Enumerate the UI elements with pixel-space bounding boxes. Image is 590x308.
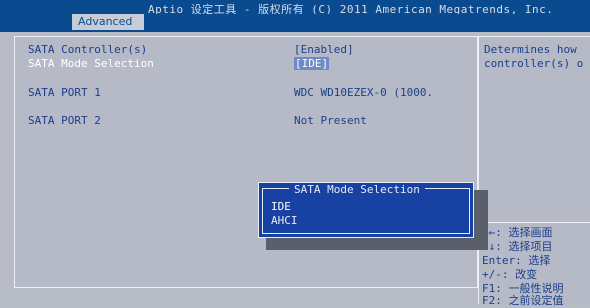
sata-mode-popup: SATA Mode Selection IDE AHCI	[258, 182, 474, 238]
help-description-line-1: Determines how	[484, 43, 577, 56]
tab-advanced[interactable]: Advanced	[72, 14, 144, 30]
setting-value-sata-mode[interactable]: [IDE]	[294, 57, 330, 70]
settings-panel	[14, 36, 478, 288]
help-divider	[478, 222, 590, 223]
sata-mode-value-highlight[interactable]: [IDE]	[294, 57, 330, 70]
setting-value-sata-port-1: WDC WD10EZEX-0 (1000.	[294, 86, 434, 99]
setting-value-sata-controllers[interactable]: [Enabled]	[294, 43, 354, 56]
setting-label-sata-controllers[interactable]: SATA Controller(s)	[28, 43, 147, 56]
popup-option-ide[interactable]: IDE	[271, 200, 291, 213]
help-description-line-2: controller(s) o	[484, 57, 584, 70]
popup-title: SATA Mode Selection	[289, 183, 425, 196]
popup-option-ahci[interactable]: AHCI	[271, 214, 298, 227]
key-help-f2: F2: 之前设定值	[482, 294, 564, 307]
setting-label-sata-port-1[interactable]: SATA PORT 1	[28, 86, 101, 99]
setting-label-sata-port-2[interactable]: SATA PORT 2	[28, 114, 101, 127]
setting-label-sata-mode[interactable]: SATA Mode Selection	[28, 57, 154, 70]
setting-value-sata-port-2: Not Present	[294, 114, 367, 127]
title-bar: Aptio 设定工具 - 版权所有 (C) 2011 American Mega…	[0, 0, 590, 16]
